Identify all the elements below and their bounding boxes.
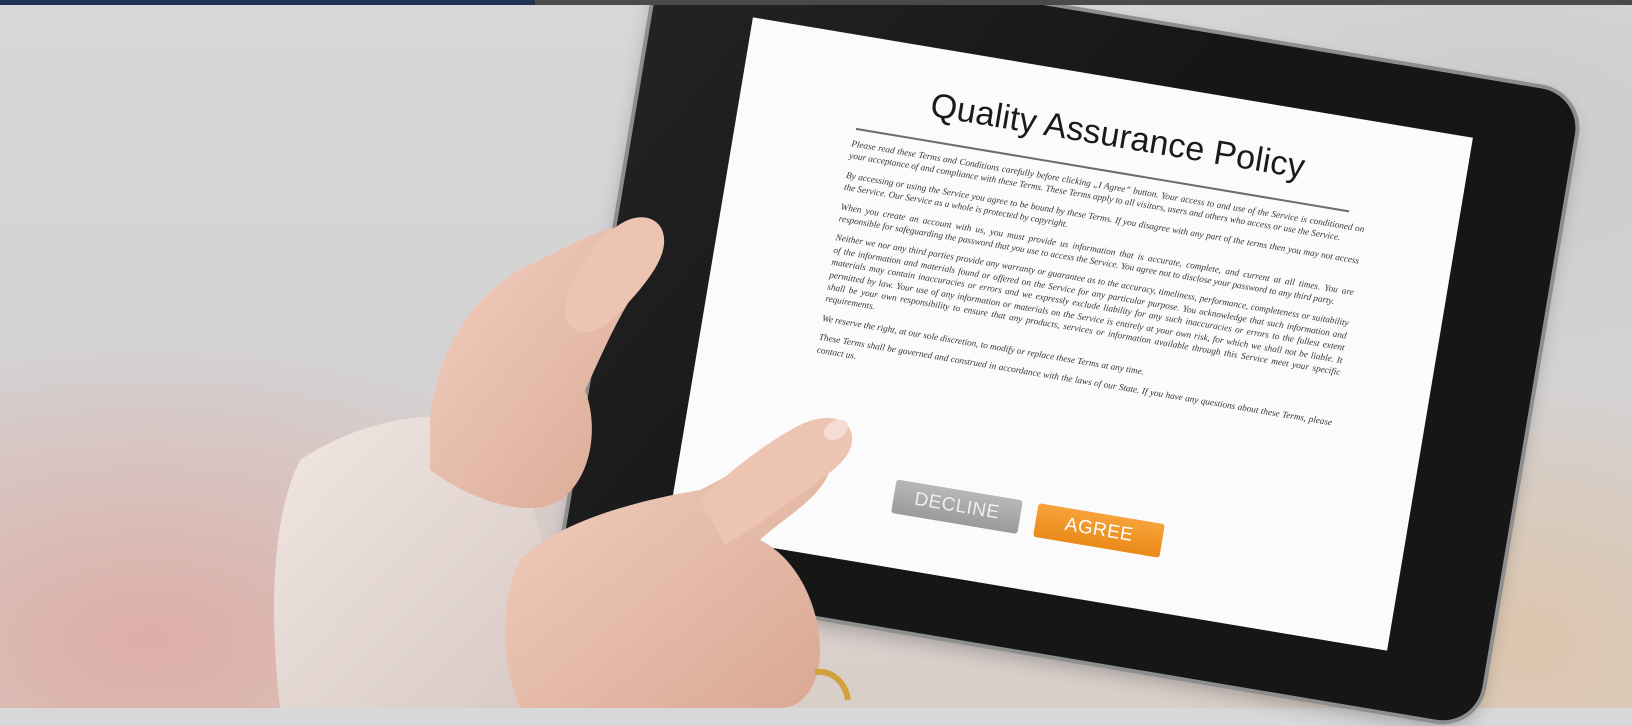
top-strip-dark (535, 0, 1632, 5)
top-strip (0, 0, 1632, 5)
agree-button[interactable]: AGREE (1033, 503, 1165, 558)
top-strip-accent (0, 0, 535, 5)
decline-button[interactable]: DECLINE (891, 479, 1023, 535)
